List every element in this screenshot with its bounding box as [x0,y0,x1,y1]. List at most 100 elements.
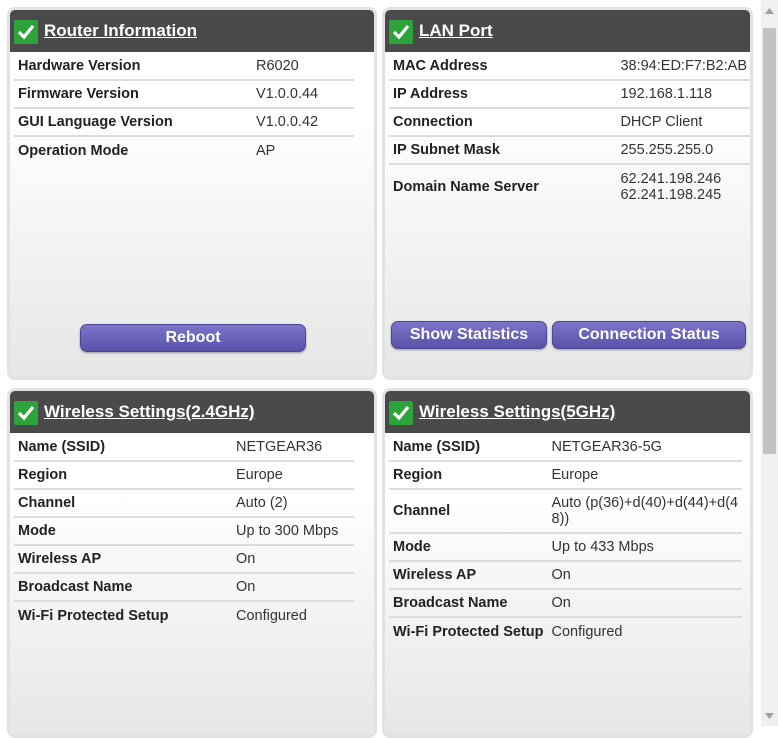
table-row: Name (SSID) NETGEAR36 [14,433,354,462]
router-info-title[interactable]: Router Information [44,21,197,41]
table-row: Wi-Fi Protected Setup Configured [14,601,354,629]
row-value: Up to 433 Mbps [547,533,743,562]
row-label: Wireless AP [14,545,232,574]
table-row: Broadcast Name On [14,573,354,602]
row-label: Hardware Version [14,52,252,81]
table-row: Wi-Fi Protected Setup Configured [389,617,742,645]
row-label: GUI Language Version [14,108,252,137]
table-row: Name (SSID) NETGEAR36-5G [389,433,743,462]
row-label: Broadcast Name [389,589,548,618]
row-value: Europe [547,461,743,490]
row-value: 255.255.255.0 [616,136,750,165]
table-row: Domain Name Server 62.241.198.246 62.241… [389,164,750,208]
table-row: GUI Language Version V1.0.0.42 [14,108,354,137]
table-row: Operation Mode AP [14,136,354,164]
table-row: Broadcast Name On [389,589,743,618]
row-value: Auto (p(36)+d(40)+d(44)+d(4 8)) [547,489,743,534]
row-value: On [232,545,354,574]
row-value: Europe [232,461,354,490]
wireless-5-table: Name (SSID) NETGEAR36-5G Region Europe C… [389,433,743,645]
lan-port-table: MAC Address 38:94:ED:F7:B2:AB IP Address… [389,52,750,208]
wireless-24-table: Name (SSID) NETGEAR36 Region Europe Chan… [14,433,354,629]
vertical-scrollbar[interactable] [761,0,778,726]
table-row: Wireless AP On [389,561,743,590]
table-row: Region Europe [14,461,354,490]
dns-secondary: 62.241.198.245 [620,186,722,203]
row-label: Channel [389,489,548,534]
wireless-24-header: Wireless Settings(2.4GHz) [10,391,374,433]
lan-port-panel: LAN Port MAC Address 38:94:ED:F7:B2:AB I… [382,7,753,380]
table-row: Channel Auto (p(36)+d(40)+d(44)+d(4 8)) [389,489,743,534]
row-value: NETGEAR36 [232,433,354,462]
row-label: MAC Address [389,52,617,81]
row-value: Up to 300 Mbps [232,517,354,546]
wireless-24-title[interactable]: Wireless Settings(2.4GHz) [44,402,255,422]
row-value: AP [256,142,276,159]
row-value: 62.241.198.246 62.241.198.245 [616,164,750,208]
wireless-24-panel: Wireless Settings(2.4GHz) Name (SSID) NE… [7,388,377,738]
row-label: Operation Mode [18,142,129,159]
channel-line-1: Auto (p(36)+d(40)+d(44)+d(4 [551,495,739,511]
table-row: Channel Auto (2) [14,489,354,518]
table-row: Connection DHCP Client [389,108,750,137]
row-value: V1.0.0.42 [252,108,354,137]
check-icon [14,20,38,44]
lan-port-header: LAN Port [385,10,750,52]
row-value: 38:94:ED:F7:B2:AB [616,52,750,81]
row-label: Region [389,461,548,490]
lan-port-title[interactable]: LAN Port [419,21,493,41]
row-label: Mode [14,517,232,546]
show-statistics-button[interactable]: Show Statistics [391,321,547,349]
row-label: Channel [14,489,232,518]
row-label: Name (SSID) [14,433,232,462]
row-value: Configured [236,607,307,624]
row-label: Firmware Version [14,80,252,109]
connection-status-button[interactable]: Connection Status [552,321,746,349]
scroll-down-arrow-icon[interactable] [761,707,778,724]
check-icon [389,20,413,44]
row-label: Region [14,461,232,490]
row-value: DHCP Client [616,108,750,137]
table-row: Firmware Version V1.0.0.44 [14,80,354,109]
check-icon [14,401,38,425]
table-row: Hardware Version R6020 [14,52,354,81]
router-info-table: Hardware Version R6020 Firmware Version … [14,52,354,164]
row-value: On [547,561,743,590]
table-row: IP Subnet Mask 255.255.255.0 [389,136,750,165]
table-row: IP Address 192.168.1.118 [389,80,750,109]
table-row: Wireless AP On [14,545,354,574]
channel-line-2: 8)) [551,511,570,527]
row-value: Configured [551,623,623,640]
row-label: IP Address [389,80,617,109]
row-label: Wi-Fi Protected Setup [18,607,169,624]
router-info-header: Router Information [10,10,374,52]
router-info-panel: Router Information Hardware Version R602… [7,7,377,380]
row-value: R6020 [252,52,354,81]
wireless-5-header: Wireless Settings(5GHz) [385,391,750,433]
row-label: Domain Name Server [393,178,539,195]
row-label: Wi-Fi Protected Setup [393,623,544,640]
dns-primary: 62.241.198.246 [620,170,722,187]
table-row: MAC Address 38:94:ED:F7:B2:AB [389,52,750,81]
row-value: NETGEAR36-5G [547,433,743,462]
row-value: Auto (2) [232,489,354,518]
wireless-5-title[interactable]: Wireless Settings(5GHz) [419,402,615,422]
reboot-button[interactable]: Reboot [80,324,306,352]
row-label: IP Subnet Mask [389,136,617,165]
row-label: Wireless AP [389,561,548,590]
table-row: Mode Up to 300 Mbps [14,517,354,546]
row-label: Connection [389,108,617,137]
wireless-5-panel: Wireless Settings(5GHz) Name (SSID) NETG… [382,388,753,738]
scroll-up-arrow-icon[interactable] [761,2,778,19]
row-value: 192.168.1.118 [616,80,750,109]
check-icon [389,401,413,425]
table-row: Mode Up to 433 Mbps [389,533,743,562]
row-value: On [547,589,743,618]
row-value: On [232,573,354,602]
row-label: Name (SSID) [389,433,548,462]
scroll-thumb[interactable] [763,28,776,454]
row-value: V1.0.0.44 [252,80,354,109]
row-label: Broadcast Name [14,573,232,602]
row-label: Mode [389,533,548,562]
table-row: Region Europe [389,461,743,490]
